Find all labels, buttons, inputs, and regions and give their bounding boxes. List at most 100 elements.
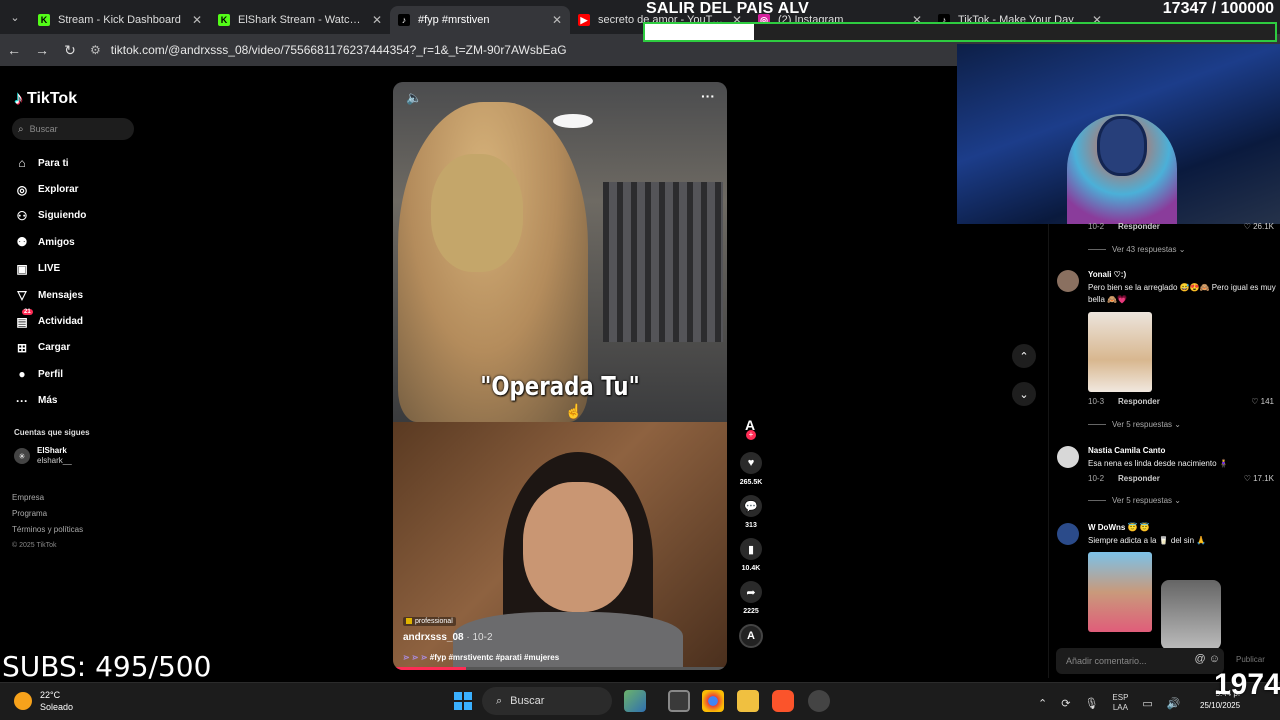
view-replies[interactable]: Ver 5 respuestas ⌄ (1088, 496, 1181, 505)
sidebar-item-live[interactable]: ▣ LIVE (14, 256, 86, 282)
reply-button[interactable]: Responder (1118, 474, 1160, 483)
avatar: ✳ (14, 448, 30, 464)
creator-avatar[interactable]: A + (739, 414, 763, 440)
publish-button[interactable]: Publicar (1236, 655, 1265, 664)
sidebar-item-perfil[interactable]: ● Perfil (14, 361, 86, 387)
like-action[interactable]: ♥ 265.5K (735, 452, 767, 486)
tiktok-logo[interactable]: ♪ TikTok (14, 88, 77, 109)
avatar[interactable] (1057, 523, 1079, 545)
sidebar-item-amigos[interactable]: ⚉ Amigos (14, 229, 86, 255)
comment-like[interactable]: ♡ 17.1K (1244, 474, 1274, 483)
comment-user[interactable]: Nastia Camila Canto (1088, 446, 1278, 455)
tab-search-icon[interactable]: ⌄ (0, 11, 30, 24)
comment-image[interactable] (1088, 312, 1152, 392)
hashtags[interactable]: #fyp #mrstiventc #parati #mujeres (430, 653, 559, 662)
avatar[interactable] (1057, 446, 1079, 468)
sync-icon[interactable]: ⟳ (1061, 697, 1070, 710)
chevron-up-icon[interactable]: ⌃ (1038, 697, 1047, 710)
sidebar-item-label: Para ti (38, 157, 69, 169)
reply-button[interactable]: Responder (1118, 222, 1160, 231)
video-date: · 10-2 (463, 632, 493, 643)
emoji-icon[interactable]: ☺ (1209, 653, 1220, 665)
network-icon[interactable]: ▭ (1142, 697, 1152, 710)
reply-button[interactable]: Responder (1118, 397, 1160, 406)
follow-plus-icon[interactable]: + (746, 430, 756, 440)
language-indicator[interactable]: ESP LAA (1112, 693, 1128, 713)
system-tray: ⌃ ⟳ 🎙 ESP LAA ▭ 🔊 (1038, 693, 1195, 713)
add-comment-placeholder: Añadir comentario... (1066, 656, 1147, 666)
video-author[interactable]: andrxsss_08 · 10-2 (403, 632, 559, 643)
overlay-goal-fill (645, 24, 755, 40)
video-face-bottom (523, 482, 633, 612)
close-icon[interactable]: ✕ (372, 13, 382, 27)
sidebar-item-para-ti[interactable]: ⌂ Para ti (14, 150, 86, 176)
view-replies[interactable]: Ver 5 respuestas ⌄ (1088, 420, 1181, 429)
browser-tab[interactable]: K ElShark Stream - Watch Live ✕ (210, 6, 390, 34)
forward-icon[interactable]: → (28, 42, 56, 58)
browser-tab[interactable]: K Stream - Kick Dashboard ✕ (30, 6, 210, 34)
next-video-button[interactable]: ⌄ (1012, 382, 1036, 406)
sidebar-item-actividad[interactable]: ▤ Actividad 21 (14, 308, 86, 334)
widget-app-icon[interactable] (624, 690, 646, 712)
sidebar-item-mensajes[interactable]: ▽ Mensajes (14, 282, 86, 308)
footer-link-programa[interactable]: Programa (12, 506, 83, 522)
sidebar-item-cargar[interactable]: ⊞ Cargar (14, 335, 86, 361)
mention-icon[interactable]: @ (1195, 653, 1206, 665)
obs-icon[interactable] (808, 690, 830, 712)
volume-icon[interactable]: 🔈 (406, 90, 422, 106)
microphone-icon[interactable]: 🎙 (1084, 697, 1098, 710)
footer-link-terms[interactable]: Términos y políticas (12, 522, 83, 538)
comment-like[interactable]: ♡ 141 (1251, 397, 1274, 406)
share-action[interactable]: ➦ 2225 (735, 581, 767, 615)
windows-start-icon[interactable] (454, 692, 472, 710)
comment-meta: 10-2 Responder ♡ 26.1K (1088, 222, 1278, 231)
mouse-cursor-icon: ☝ (565, 403, 583, 419)
task-view-icon[interactable] (668, 690, 690, 712)
comment-user[interactable]: Yonali ♡:) (1088, 270, 1278, 279)
comment-count: 313 (745, 522, 757, 529)
bookmark-icon: ▮ (740, 538, 762, 560)
sidebar-item-explorar[interactable]: ◎ Explorar (14, 176, 86, 202)
video-player[interactable]: "Operada Tu" 🔈 ··· professional andrxsss… (393, 82, 727, 670)
previous-video-button[interactable]: ⌃ (1012, 344, 1036, 368)
weather-widget[interactable]: 22°C Soleado (14, 689, 73, 713)
following-username: elshark__ (37, 456, 72, 465)
upload-icon: ⊞ (16, 340, 28, 355)
comment-like-count: 141 (1260, 397, 1274, 406)
view-replies[interactable]: Ver 43 respuestas ⌄ (1088, 245, 1185, 254)
more-options-icon[interactable]: ··· (701, 88, 715, 104)
brave-icon[interactable] (772, 690, 794, 712)
browser-tab[interactable]: ♪ #fyp #mrstiven ✕ (390, 6, 570, 34)
overlay-counter: 1974 (1214, 668, 1280, 701)
sidebar-item-label: LIVE (38, 263, 61, 275)
reload-icon[interactable]: ↻ (56, 42, 84, 59)
taskbar-search[interactable]: ⌕ Buscar (482, 687, 612, 715)
sidebar-item-m-s[interactable]: ··· Más (14, 388, 86, 414)
close-icon[interactable]: ✕ (552, 13, 562, 27)
file-explorer-icon[interactable] (737, 690, 759, 712)
following-account[interactable]: ✳ ElShark elshark__ (14, 446, 72, 466)
overlay-goal-title: SALIR DEL PAIS ALV (646, 0, 810, 17)
comment-date: 10-2 (1088, 222, 1105, 231)
volume-icon[interactable]: 🔊 (1167, 697, 1181, 710)
site-info-icon[interactable]: ⚙ (90, 43, 101, 57)
comment-action[interactable]: 💬 313 (735, 495, 767, 529)
close-icon[interactable]: ✕ (192, 13, 202, 27)
footer-link-empresa[interactable]: Empresa (12, 490, 83, 506)
avatar[interactable] (1057, 270, 1079, 292)
comment-image[interactable] (1088, 552, 1152, 632)
comment-like[interactable]: ♡ 26.1K (1244, 222, 1274, 231)
search-input[interactable]: ⌕ Buscar (12, 118, 134, 140)
add-comment-input[interactable]: Añadir comentario... @ ☺ (1056, 648, 1224, 674)
music-disc-icon[interactable]: A (739, 624, 763, 648)
comment-user[interactable]: W DoWns 😇 😇 (1088, 523, 1278, 532)
sidebar-footer: Empresa Programa Términos y políticas © … (12, 490, 83, 554)
chrome-icon[interactable] (702, 690, 724, 712)
chevron-up-icon: ⌃ (1019, 350, 1029, 363)
back-icon[interactable]: ← (0, 42, 28, 58)
sidebar-item-siguiendo[interactable]: ⚇ Siguiendo (14, 203, 87, 229)
url-field[interactable]: ⚙ tiktok.com/@andrxsss_08/video/75566811… (90, 43, 567, 57)
share-icon: ➦ (740, 581, 762, 603)
save-action[interactable]: ▮ 10.4K (735, 538, 767, 572)
video-progress[interactable] (393, 667, 727, 670)
